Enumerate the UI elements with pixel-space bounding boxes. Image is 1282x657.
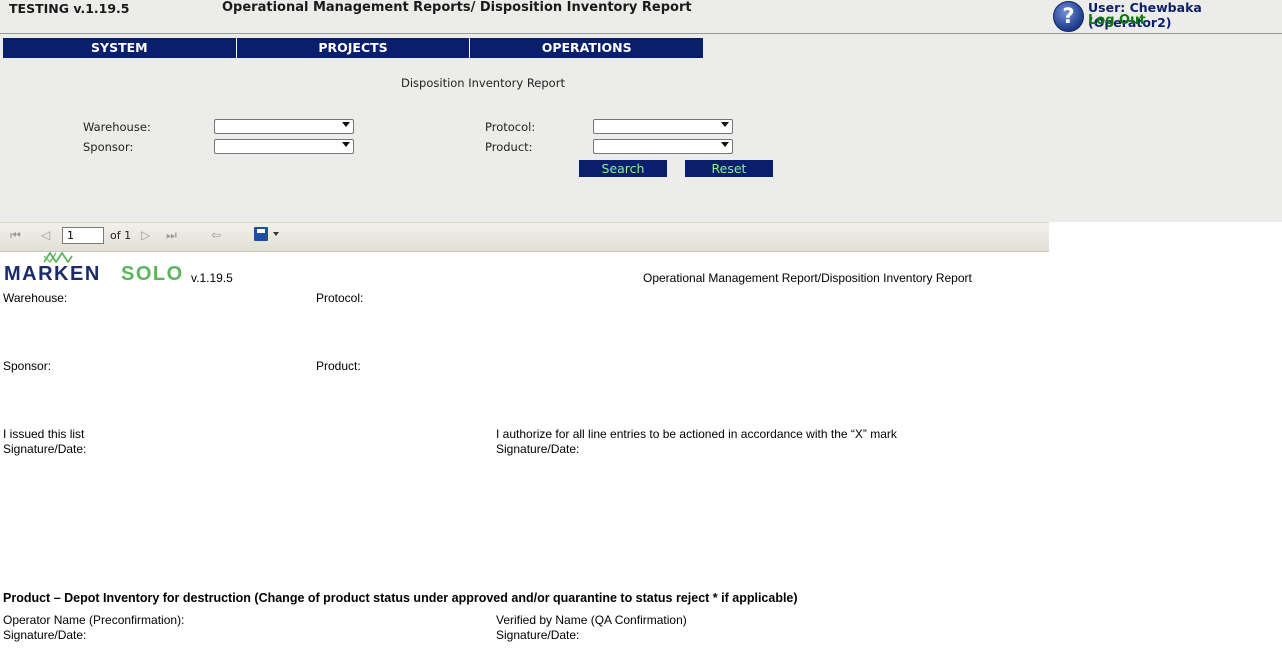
operator-signature-label: Signature/Date: bbox=[3, 628, 87, 642]
page-number-input[interactable]: 1 bbox=[62, 227, 104, 244]
verified-name-label: Verified by Name (QA Confirmation) bbox=[496, 613, 687, 627]
last-page-icon[interactable]: ⏭ bbox=[166, 228, 177, 243]
report-product-label: Product: bbox=[316, 359, 361, 373]
report-protocol-label: Protocol: bbox=[316, 291, 364, 305]
chevron-down-icon bbox=[721, 122, 729, 127]
verified-signature-label: Signature/Date: bbox=[496, 628, 580, 642]
authorize-label: I authorize for all line entries to be a… bbox=[496, 427, 897, 441]
filter-title: Disposition Inventory Report bbox=[401, 76, 565, 90]
page-title: Operational Management Reports/ Disposit… bbox=[222, 0, 692, 15]
chevron-down-icon bbox=[721, 142, 729, 147]
warehouse-label: Warehouse: bbox=[83, 120, 151, 134]
main-nav: SYSTEM PROJECTS OPERATIONS bbox=[3, 38, 703, 58]
protocol-label: Protocol: bbox=[485, 120, 536, 134]
export-save-icon[interactable] bbox=[254, 227, 268, 241]
report-toolbar bbox=[0, 222, 1049, 252]
product-select[interactable] bbox=[593, 139, 733, 154]
app-version: TESTING v.1.19.5 bbox=[9, 1, 130, 16]
logo-solo-text: SOLO bbox=[121, 263, 184, 285]
first-page-icon[interactable]: ⏮ bbox=[10, 228, 21, 243]
reset-button[interactable]: Reset bbox=[685, 160, 773, 177]
protocol-select[interactable] bbox=[593, 119, 733, 134]
destruction-section-heading: Product – Depot Inventory for destructio… bbox=[3, 591, 798, 605]
logo-marken-text: MARKEN bbox=[4, 263, 101, 285]
report-sponsor-label: Sponsor: bbox=[3, 359, 52, 373]
operator-name-label: Operator Name (Preconfirmation): bbox=[3, 613, 185, 627]
prev-page-icon[interactable]: ◁ bbox=[41, 228, 50, 242]
issued-signature-label: Signature/Date: bbox=[3, 442, 87, 456]
issued-label: I issued this list bbox=[3, 427, 85, 441]
export-dropdown-icon[interactable] bbox=[273, 232, 279, 236]
report-warehouse-label: Warehouse: bbox=[3, 291, 68, 305]
marken-logo-mark bbox=[43, 251, 73, 263]
warehouse-select[interactable] bbox=[214, 119, 354, 134]
chevron-down-icon bbox=[342, 142, 350, 147]
sponsor-label: Sponsor: bbox=[83, 140, 134, 154]
back-icon[interactable]: ⇦ bbox=[211, 228, 221, 242]
nav-system[interactable]: SYSTEM bbox=[3, 38, 237, 58]
report-version: v.1.19.5 bbox=[191, 271, 233, 285]
sponsor-select[interactable] bbox=[214, 139, 354, 154]
authorize-signature-label: Signature/Date: bbox=[496, 442, 580, 456]
product-label: Product: bbox=[485, 140, 533, 154]
search-button[interactable]: Search bbox=[579, 160, 667, 177]
nav-operations[interactable]: OPERATIONS bbox=[470, 38, 703, 58]
chevron-down-icon bbox=[342, 122, 350, 127]
page-count: of 1 bbox=[110, 229, 132, 242]
logout-link[interactable]: Log Out bbox=[1088, 13, 1146, 28]
nav-projects[interactable]: PROJECTS bbox=[237, 38, 471, 58]
next-page-icon[interactable]: ▷ bbox=[141, 228, 150, 242]
report-title: Operational Management Report/Dispositio… bbox=[643, 271, 972, 285]
help-icon[interactable]: ? bbox=[1053, 1, 1084, 32]
